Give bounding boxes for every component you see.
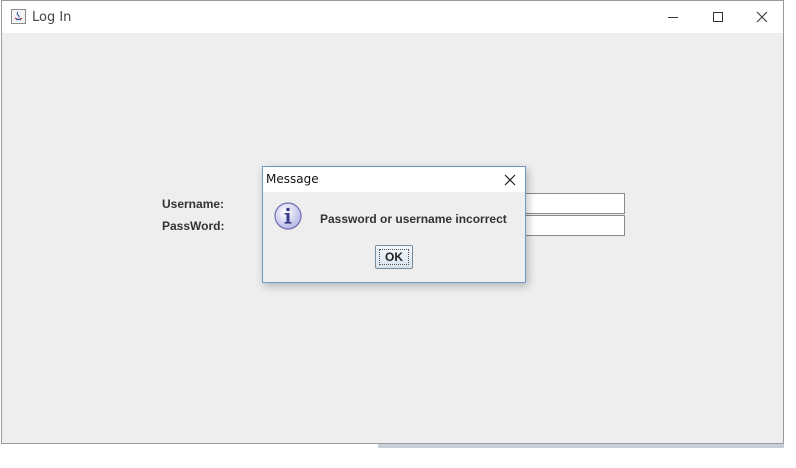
minimize-button[interactable] [650,1,696,33]
dialog-message: Password or username incorrect [320,212,507,226]
maximize-icon [713,12,723,22]
username-label: Username: [162,197,225,211]
ok-button[interactable]: OK [375,245,413,269]
window-titlebar[interactable]: Log In [2,1,783,33]
info-icon [273,201,303,231]
close-icon [756,11,768,23]
dialog-title: Message [266,172,319,186]
close-button[interactable] [739,1,785,33]
message-dialog: Message Password or username incorrect O… [262,166,526,283]
dialog-titlebar[interactable]: Message [263,167,525,192]
dialog-close-button[interactable] [495,167,525,192]
java-app-icon [11,9,26,24]
window-title: Log In [32,10,72,25]
password-label: PassWord: [162,219,225,233]
maximize-button[interactable] [695,1,741,33]
focus-ring [379,249,409,265]
close-icon [504,174,516,185]
minimize-icon [668,17,678,18]
taskbar-strip [378,444,784,448]
